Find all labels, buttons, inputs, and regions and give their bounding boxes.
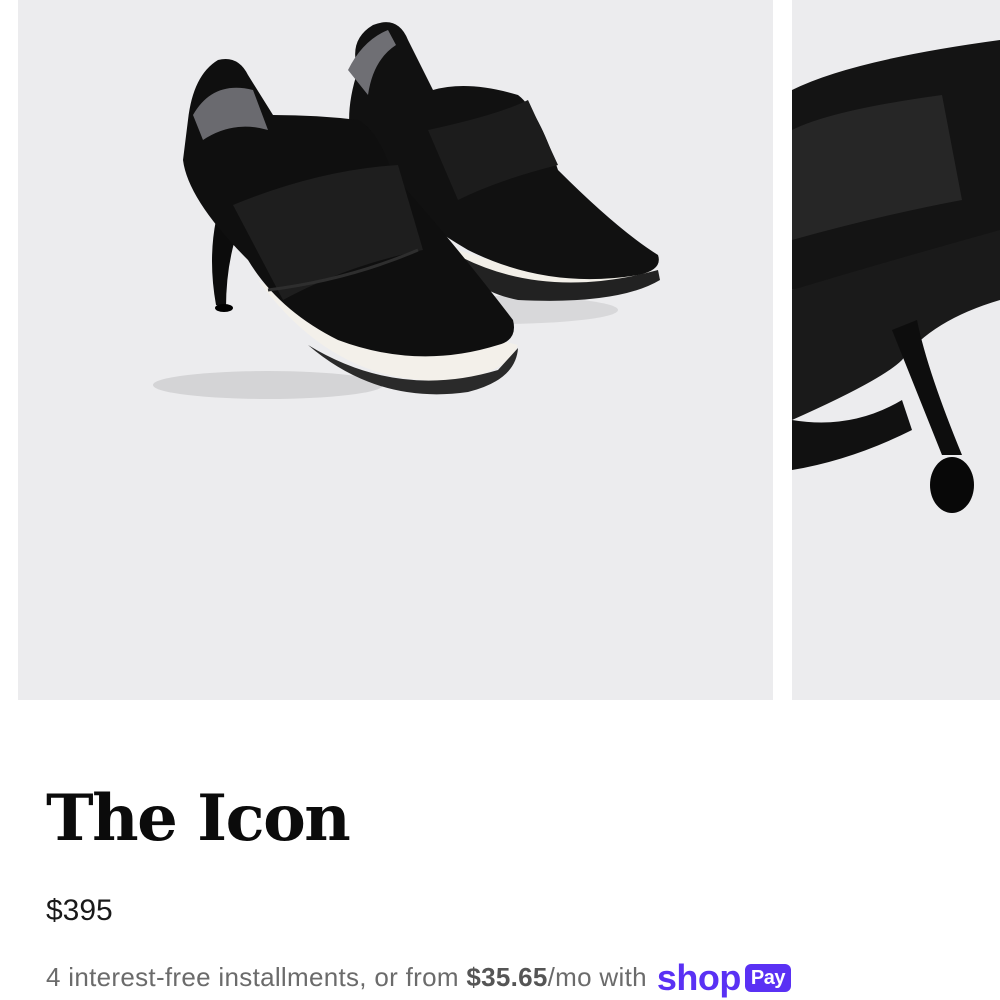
shoe-heel-closeup-icon xyxy=(792,40,1000,513)
product-image-secondary[interactable] xyxy=(792,0,1000,700)
product-image-main[interactable] xyxy=(18,0,773,700)
installment-amount: $35.65 xyxy=(466,962,548,993)
product-gallery[interactable] xyxy=(0,0,1000,700)
shop-logo-text: shop xyxy=(656,957,742,998)
shop-pay-badge: Pay xyxy=(744,964,791,992)
installments-suffix: /mo with xyxy=(547,962,647,993)
shoe-pair-icon xyxy=(153,22,660,399)
installments-prefix: 4 interest-free installments, or from xyxy=(46,962,467,993)
product-title: The Icon xyxy=(46,781,351,856)
shop-pay-logo[interactable]: shop Pay xyxy=(657,960,791,996)
product-price: $395 xyxy=(46,894,113,927)
installments-info[interactable]: 4 interest-free installments, or from $3… xyxy=(46,960,791,996)
